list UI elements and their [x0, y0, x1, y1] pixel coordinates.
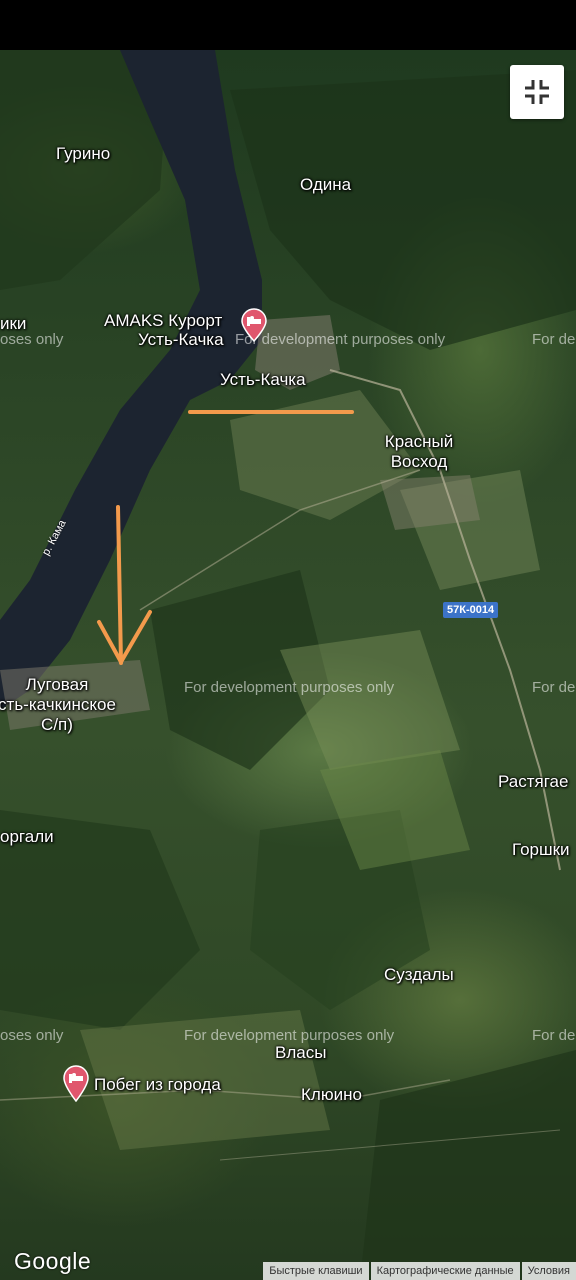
place-label-krasny-voskhod[interactable]: Красный Восход [385, 432, 453, 472]
watermark: For de [532, 679, 576, 696]
place-label-lugovaya[interactable]: Луговая сть-качкинское С/п) [0, 675, 116, 735]
watermark: oses only [0, 1027, 64, 1044]
terms-link[interactable]: Условия [521, 1262, 576, 1280]
hotel-pin-pobeg[interactable] [62, 1064, 90, 1107]
place-label-suzdaly[interactable]: Суздалы [384, 965, 454, 985]
top-black-bar [0, 0, 576, 50]
watermark: For de [532, 1027, 576, 1044]
hotel-pin-icon [241, 308, 267, 343]
place-label-odina[interactable]: Одина [300, 175, 351, 195]
place-label-rastyagae[interactable]: Растягае [498, 772, 568, 792]
place-label-gurino[interactable]: Гурино [56, 144, 110, 164]
place-label-kluino[interactable]: Клюино [301, 1085, 362, 1105]
attribution-bar: Быстрые клавиши Картографические данные … [261, 1262, 576, 1280]
place-label-vlasy[interactable]: Власы [275, 1043, 326, 1063]
hotel-pin-icon [63, 1065, 89, 1103]
place-label-ust-kachka[interactable]: Усть-Качка [220, 370, 306, 390]
google-logo: Google [14, 1248, 92, 1274]
place-label-ust-kachka-resort[interactable]: Усть-Качка [138, 330, 224, 350]
place-label-borgali[interactable]: оргали [0, 827, 54, 847]
place-label-luzhki[interactable]: ики [0, 314, 26, 334]
exit-fullscreen-icon [525, 80, 549, 104]
hotel-pin-amaks[interactable] [240, 308, 268, 347]
place-label-gorshki[interactable]: Горшки [512, 840, 570, 860]
place-label-amaks-resort[interactable]: AMAKS Курорт [104, 311, 222, 331]
route-shield: 57К-0014 [443, 602, 499, 618]
fullscreen-button[interactable] [510, 65, 564, 119]
watermark: For development purposes only [184, 679, 395, 696]
watermark: For development purposes only [184, 1027, 395, 1044]
map-data-link[interactable]: Картографические данные [370, 1262, 520, 1280]
keyboard-shortcuts-link[interactable]: Быстрые клавиши [263, 1262, 369, 1280]
place-label-pobeg[interactable]: Побег из города [94, 1075, 221, 1095]
watermark: For de [532, 331, 576, 348]
